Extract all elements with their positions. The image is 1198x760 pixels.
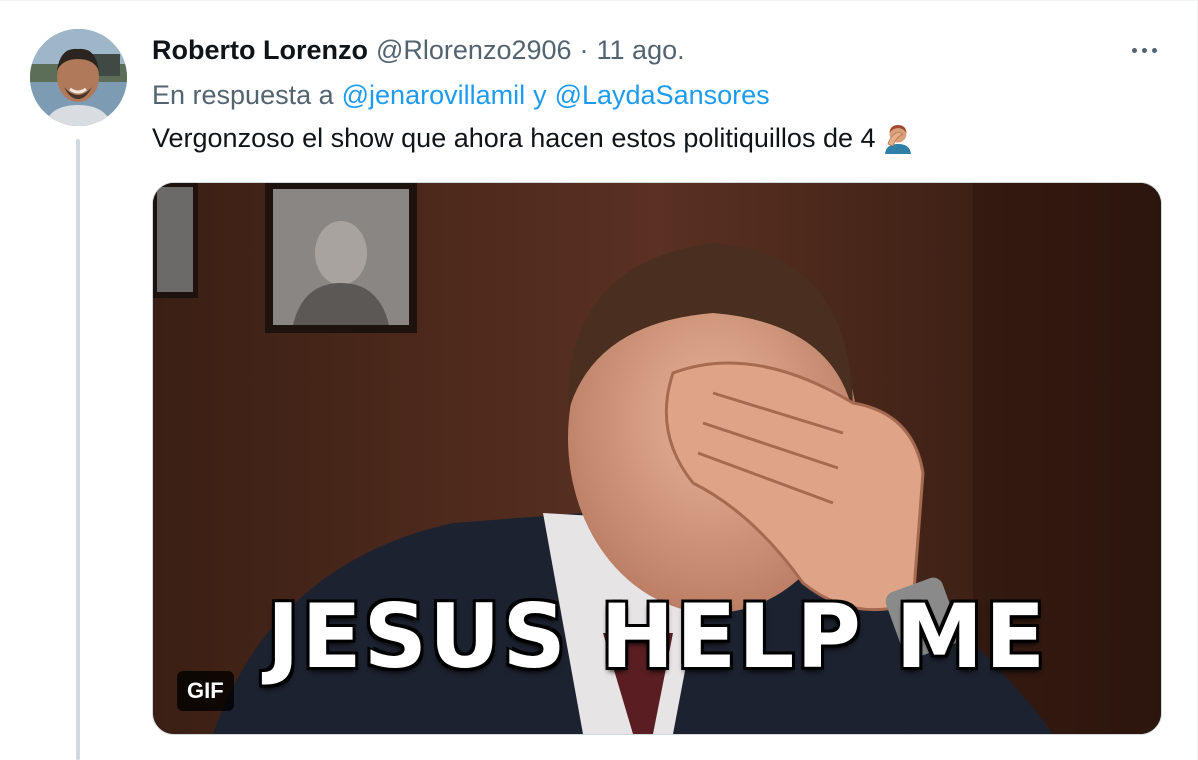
author-name[interactable]: Roberto Lorenzo xyxy=(152,35,368,66)
mention-link[interactable]: @jenarovillamil xyxy=(342,80,525,111)
thread-connector-line xyxy=(76,139,80,760)
more-dot xyxy=(1131,47,1137,53)
tweet-header: Roberto Lorenzo @Rlorenzo2906 · 11 ago. xyxy=(152,30,685,70)
header-separator: · xyxy=(579,34,589,65)
mention-link[interactable]: @LaydaSansores xyxy=(555,80,770,111)
tweet-text: Vergonzoso el show que ahora hacen estos… xyxy=(152,118,914,158)
man-facepalming-emoji xyxy=(882,122,914,154)
reply-conjunction: y xyxy=(533,79,547,110)
more-dot xyxy=(1141,47,1147,53)
author-handle[interactable]: @Rlorenzo2906 xyxy=(376,35,572,66)
more-dot xyxy=(1151,47,1157,53)
gif-caption: JESUS HELP ME xyxy=(266,585,1048,688)
reply-prefix: En respuesta a xyxy=(152,79,334,110)
tweet-text-content: Vergonzoso el show que ahora hacen estos… xyxy=(152,122,876,153)
author-avatar[interactable] xyxy=(30,29,127,126)
tweet-timestamp[interactable]: 11 ago. xyxy=(597,35,685,66)
tweet-gif-media[interactable]: JESUS HELP ME GIF xyxy=(152,182,1162,735)
gif-badge: GIF xyxy=(177,671,234,711)
more-options-icon[interactable] xyxy=(1122,32,1166,68)
reply-context: En respuesta a @jenarovillamil y @LaydaS… xyxy=(152,75,770,115)
top-divider xyxy=(0,0,1198,1)
